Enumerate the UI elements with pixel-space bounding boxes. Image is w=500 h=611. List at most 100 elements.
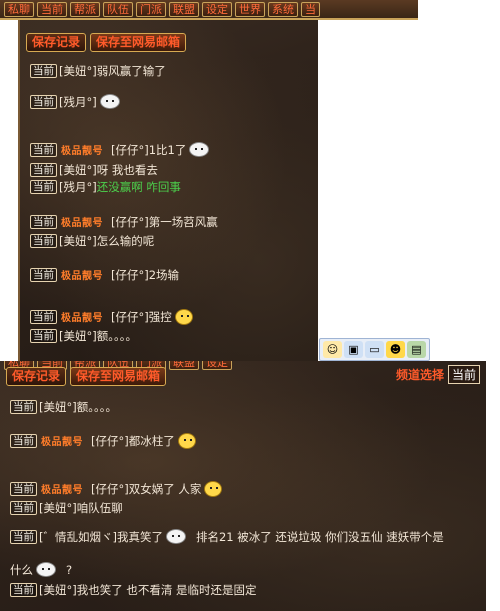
message-text: 怎么输的呢: [96, 233, 155, 248]
message-tail-text: 排名21 被冰了 还说垃圾 你们没五仙 速妖带个是: [195, 529, 444, 544]
message-text: 什么: [10, 562, 33, 577]
top-tab[interactable]: 当: [301, 2, 320, 17]
picture-icon[interactable]: ▤: [407, 341, 426, 358]
chat-panel-upper: 保存记录 保存至网易邮箱 当前 [美妞°] 弱风赢了输了 当前 [残月°] 当前 极品靓号[…: [18, 20, 318, 361]
top-tab[interactable]: 世界: [235, 2, 265, 17]
channel-tag[interactable]: 当前: [30, 328, 57, 343]
chat-message: 当前 [゛情乱如烟ヾ] 我真笑了 排名21 被冰了 还说垃圾 你们没五仙 速妖带个是: [10, 528, 486, 545]
sender-name[interactable]: [仔仔°]: [91, 433, 129, 449]
bottom-tab[interactable]: 联盟: [169, 361, 199, 370]
message-text: 额。。。。: [96, 328, 137, 343]
chat-message: 当前 [美妞°] 我也笑了 也不看清 是临时还是固定: [10, 581, 486, 598]
channel-tag[interactable]: 当前: [10, 481, 37, 496]
chat-message: 当前 [美妞°] 弱风赢了输了: [30, 62, 318, 79]
sender-name[interactable]: [美妞°]: [59, 328, 97, 344]
message-text: 双女娲了 人家: [128, 481, 202, 496]
chat-message: 当前 极品靓号 [仔仔°] 都冰柱了: [10, 432, 486, 449]
chat-message: 当前 极品靓号 [仔仔°] 2场输: [30, 266, 318, 283]
message-text: 咱队伍聊: [76, 500, 123, 515]
message-text: 1比1了: [148, 142, 187, 157]
channel-tag[interactable]: 当前: [10, 582, 37, 597]
vip-badge: 极品靓号: [61, 271, 103, 282]
sender-name[interactable]: [美妞°]: [39, 500, 77, 516]
chat-message: 当前 极品靓号 [仔仔°] 第一场苕风赢: [30, 213, 318, 230]
emoticon-icon: [36, 562, 56, 577]
sender-name[interactable]: [仔仔°]: [111, 142, 149, 158]
channel-select-label: 频道选择: [395, 368, 444, 382]
channel-tag[interactable]: 当前: [30, 162, 57, 177]
sender-name[interactable]: [残月°]: [59, 94, 97, 110]
sender-name[interactable]: [仔仔°]: [111, 309, 149, 325]
sender-name[interactable]: [美妞°]: [59, 233, 97, 249]
emoticon-icon: [189, 142, 210, 157]
top-tab[interactable]: 设定: [202, 2, 232, 17]
save-to-mail-button[interactable]: 保存至网易邮箱: [90, 33, 187, 52]
message-text: 强控: [148, 309, 172, 324]
emoticon-icon: [174, 308, 193, 325]
channel-tag[interactable]: 当前: [30, 179, 57, 194]
vip-badge: 极品靓号: [61, 146, 103, 157]
save-record-button-2[interactable]: 保存记录: [6, 367, 67, 386]
chat-message: 当前 [美妞°] 怎么输的呢: [30, 232, 318, 249]
emoticon-icon: [99, 94, 120, 109]
vip-badge: 极品靓号: [41, 485, 83, 496]
save-to-mail-button-2[interactable]: 保存至网易邮箱: [70, 367, 167, 386]
channel-tag[interactable]: 当前: [10, 529, 37, 544]
top-tab[interactable]: 系统: [268, 2, 298, 17]
chat-message: 什么?: [10, 561, 486, 578]
message-text: 第一场苕风赢: [148, 214, 218, 229]
top-tab[interactable]: 当前: [37, 2, 67, 17]
top-tab[interactable]: 队伍: [103, 2, 133, 17]
save-icon[interactable]: ▣: [344, 341, 363, 358]
channel-tag[interactable]: 当前: [30, 267, 57, 282]
sender-name[interactable]: [美妞°]: [59, 162, 97, 178]
message-text: 呀 我也看去: [96, 162, 158, 177]
sender-name[interactable]: [仔仔°]: [91, 481, 129, 497]
sender-name[interactable]: [美妞°]: [39, 399, 77, 415]
screen-icon[interactable]: ▭: [365, 341, 384, 358]
top-tab[interactable]: 私聊: [4, 2, 34, 17]
sender-name[interactable]: [仔仔°]: [111, 214, 149, 230]
sender-name[interactable]: [美妞°]: [59, 63, 97, 79]
sender-name[interactable]: [仔仔°]: [111, 267, 149, 283]
vip-badge: 极品靓号: [61, 218, 103, 229]
chat-message: 当前 [残月°] 还没赢啊 咋回事: [30, 178, 318, 195]
top-tab[interactable]: 门派: [136, 2, 166, 17]
channel-tag[interactable]: 当前: [30, 63, 57, 78]
chat-panel-lower: 私聊 当前 帮派 队伍 门派 联盟 设定 保存记录 保存至网易邮箱 频道选择 当前 当前 [美…: [0, 361, 486, 611]
chat-message: 当前 [美妞°] 额。。。。: [30, 327, 318, 344]
sender-name[interactable]: [残月°]: [59, 179, 97, 195]
bottom-tab[interactable]: 设定: [202, 361, 232, 370]
channel-current-value[interactable]: 当前: [447, 365, 480, 384]
sender-name[interactable]: [美妞°]: [39, 582, 77, 598]
channel-tag[interactable]: 当前: [30, 94, 57, 109]
emoticon-icon: [204, 480, 223, 497]
face-icon[interactable]: ☻: [386, 341, 405, 358]
message-text: 我真笑了: [116, 529, 163, 544]
channel-tag[interactable]: 当前: [30, 233, 57, 248]
vip-badge: 极品靓号: [61, 313, 103, 324]
chat-message: 当前 [残月°]: [30, 93, 318, 110]
chat-message: 当前 极品靓号 [仔仔°] 双女娲了 人家: [10, 480, 486, 497]
save-record-button[interactable]: 保存记录: [26, 33, 87, 52]
chat-message: 当前 [美妞°] 额。。。。: [10, 398, 486, 415]
sender-name[interactable]: [゛情乱如烟ヾ]: [39, 529, 117, 545]
channel-tag[interactable]: 当前: [10, 433, 37, 448]
top-tab[interactable]: 联盟: [169, 2, 199, 17]
emoticon-icon: [177, 432, 196, 449]
channel-tag[interactable]: 当前: [10, 399, 37, 414]
emoticon-icon: [165, 529, 186, 544]
message-text: 还没赢啊 咋回事: [96, 179, 181, 194]
message-text: 2场输: [148, 267, 180, 282]
vip-badge: 极品靓号: [41, 437, 83, 448]
top-channel-tabs: 私聊 当前 帮派 队伍 门派 联盟 设定 世界 系统当: [0, 0, 418, 20]
channel-tag[interactable]: 当前: [30, 309, 57, 324]
channel-tag[interactable]: 当前: [10, 500, 37, 515]
chat-message: 当前 极品靓号 [仔仔°] 强控: [30, 308, 318, 325]
smiley-icon[interactable]: ☺: [323, 341, 342, 358]
channel-tag[interactable]: 当前: [30, 214, 57, 229]
top-tab[interactable]: 帮派: [70, 2, 100, 17]
channel-selector[interactable]: 频道选择 当前: [396, 365, 480, 384]
chat-message: 当前 [美妞°] 呀 我也看去: [30, 161, 318, 178]
channel-tag[interactable]: 当前: [30, 142, 57, 157]
